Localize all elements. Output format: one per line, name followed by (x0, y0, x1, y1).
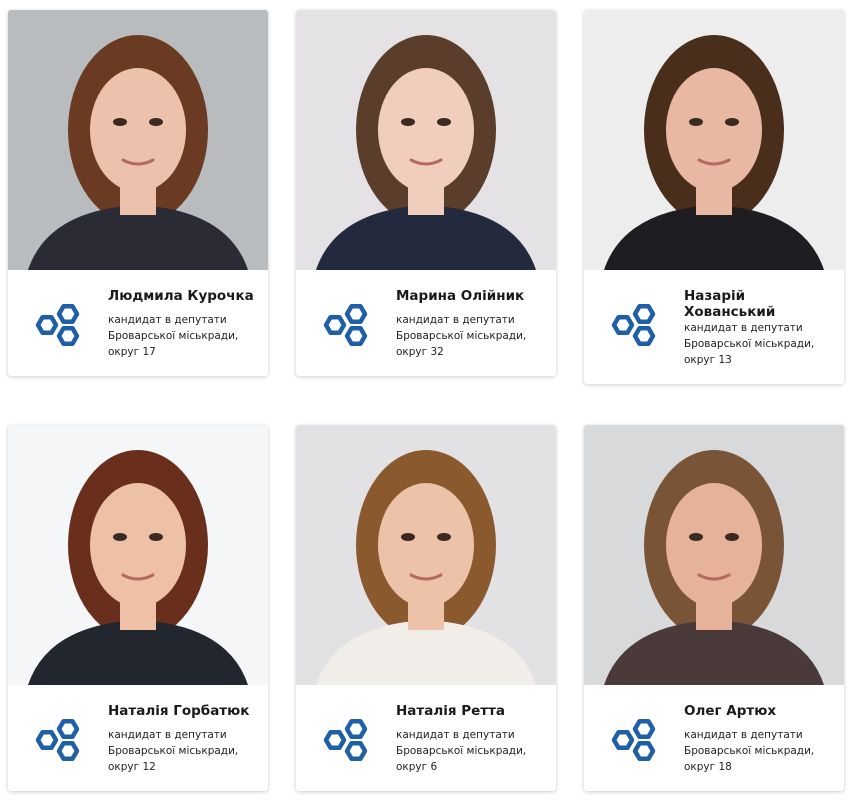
candidate-photo (296, 425, 556, 685)
candidate-photo (8, 425, 268, 685)
party-logo-icon (35, 302, 83, 348)
candidate-role: кандидат в депутати (108, 729, 227, 741)
candidate-district: округ 6 (396, 761, 438, 773)
candidate-district: округ 17 (108, 346, 156, 358)
candidate-photo (8, 10, 268, 270)
candidate-description: кандидат в депутати Броварської міськрад… (396, 727, 544, 775)
candidate-description: кандидат в депутати Броварської міськрад… (684, 727, 832, 775)
candidate-council: Броварської міськради, (684, 338, 815, 350)
candidate-card[interactable]: Олег Артюх кандидат в депутати Броварськ… (584, 425, 844, 791)
candidate-role: кандидат в депутати (396, 314, 515, 326)
candidate-role: кандидат в депутати (108, 314, 227, 326)
candidate-role: кандидат в депутати (396, 729, 515, 741)
party-logo-icon (611, 302, 659, 348)
candidate-name[interactable]: Назарій Хованський (684, 288, 794, 320)
candidate-info: Наталія Ретта кандидат в депутати Бровар… (296, 685, 556, 791)
candidate-description: кандидат в депутати Броварської міськрад… (396, 312, 544, 360)
candidate-info: Марина Олійник кандидат в депутати Брова… (296, 270, 556, 376)
candidate-district: округ 18 (684, 761, 732, 773)
candidate-name[interactable]: Наталія Горбатюк (108, 703, 256, 719)
candidate-role: кандидат в депутати (684, 322, 803, 334)
candidate-info: Назарій Хованський кандидат в депутати Б… (584, 270, 844, 384)
candidate-council: Броварської міськради, (108, 330, 239, 342)
candidate-description: кандидат в депутати Броварської міськрад… (684, 320, 832, 368)
candidate-card[interactable]: Наталія Ретта кандидат в депутати Бровар… (296, 425, 556, 791)
candidate-card[interactable]: Людмила Курочка кандидат в депутати Бров… (8, 10, 268, 376)
candidate-district: округ 32 (396, 346, 444, 358)
candidate-description: кандидат в депутати Броварської міськрад… (108, 312, 256, 360)
candidate-info: Олег Артюх кандидат в депутати Броварськ… (584, 685, 844, 791)
candidate-name[interactable]: Марина Олійник (396, 288, 544, 304)
party-logo-icon (611, 717, 659, 763)
candidate-photo (584, 10, 844, 270)
party-logo-icon (35, 717, 83, 763)
candidate-district: округ 12 (108, 761, 156, 773)
candidate-council: Броварської міськради, (396, 745, 527, 757)
candidate-card[interactable]: Марина Олійник кандидат в депутати Брова… (296, 10, 556, 376)
candidate-role: кандидат в депутати (684, 729, 803, 741)
candidate-name[interactable]: Наталія Ретта (396, 703, 544, 719)
candidate-name[interactable]: Олег Артюх (684, 703, 832, 719)
candidate-card[interactable]: Назарій Хованський кандидат в депутати Б… (584, 10, 844, 384)
candidate-district: округ 13 (684, 354, 732, 366)
candidate-photo (584, 425, 844, 685)
candidate-name[interactable]: Людмила Курочка (108, 288, 256, 304)
candidate-council: Броварської міськради, (396, 330, 527, 342)
candidate-council: Броварської міськради, (108, 745, 239, 757)
candidate-photo (296, 10, 556, 270)
candidate-info: Наталія Горбатюк кандидат в депутати Бро… (8, 685, 268, 791)
candidate-info: Людмила Курочка кандидат в депутати Бров… (8, 270, 268, 376)
party-logo-icon (323, 717, 371, 763)
party-logo-icon (323, 302, 371, 348)
candidate-council: Броварської міськради, (684, 745, 815, 757)
candidate-description: кандидат в депутати Броварської міськрад… (108, 727, 256, 775)
candidate-card[interactable]: Наталія Горбатюк кандидат в депутати Бро… (8, 425, 268, 791)
